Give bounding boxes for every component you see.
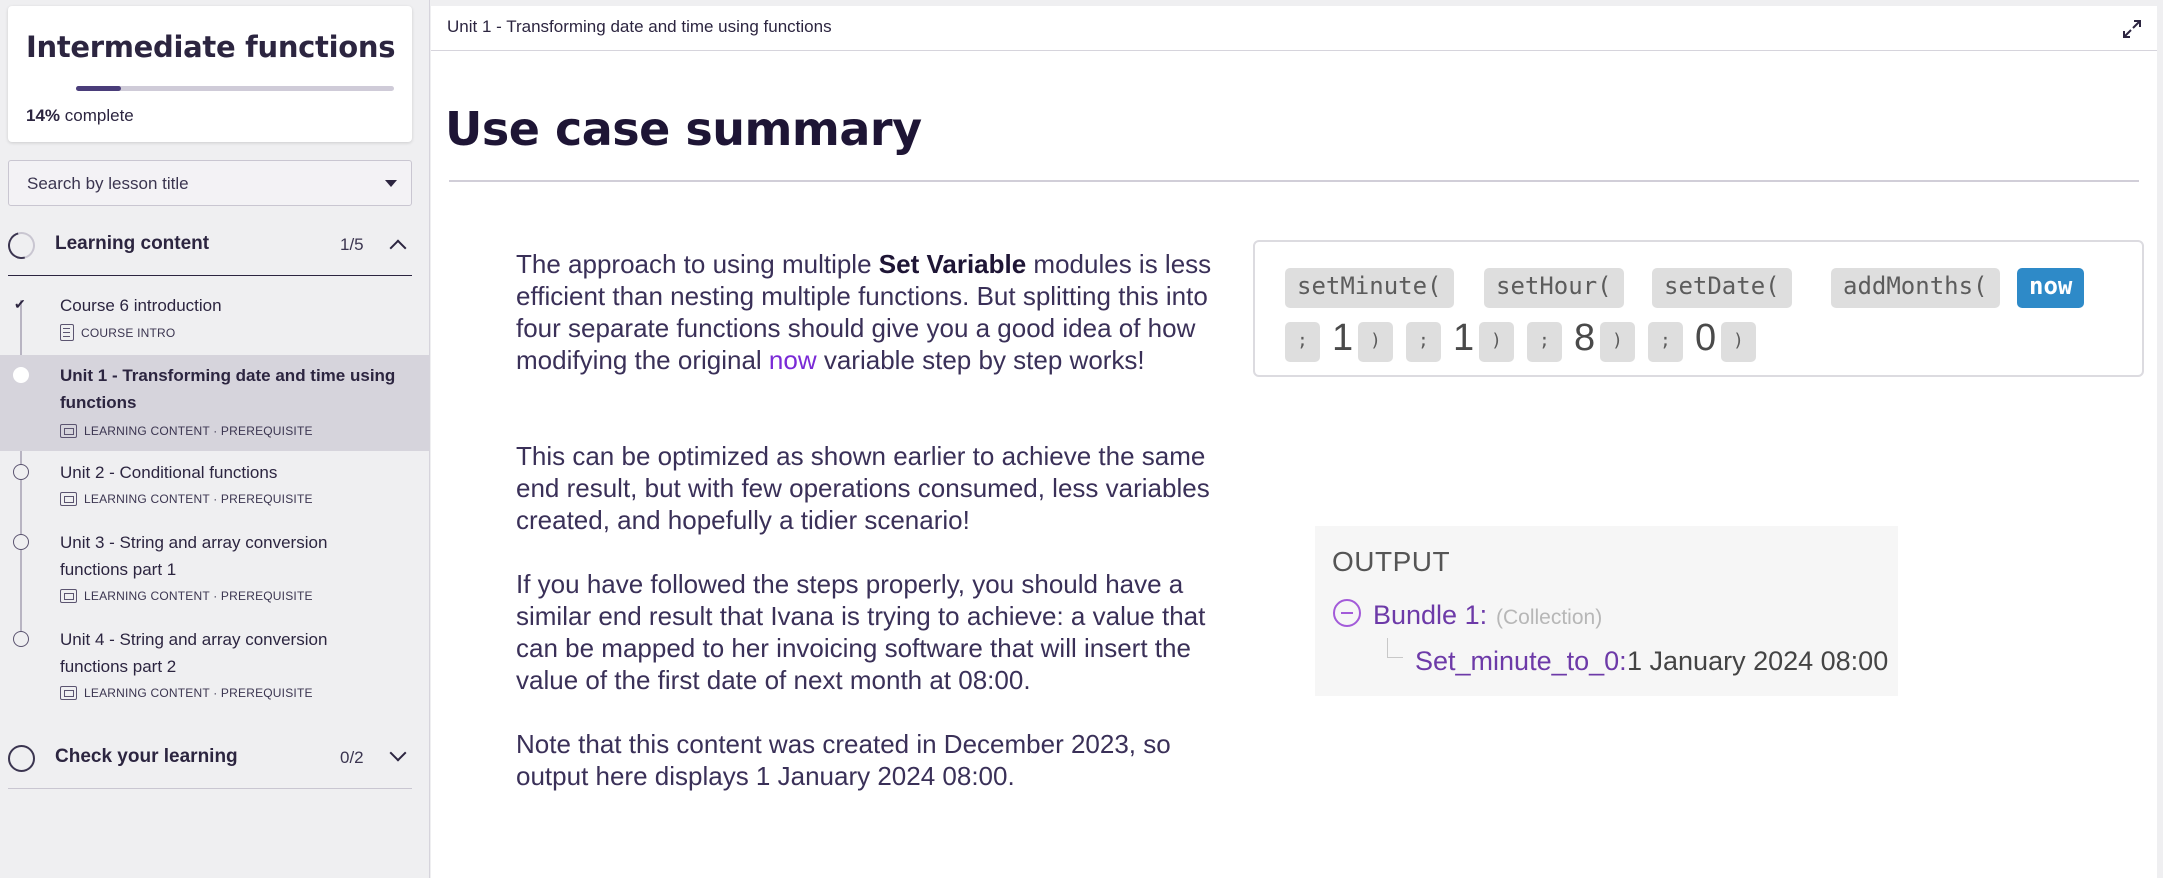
slides-icon [60,424,77,438]
lesson-meta: LEARNING CONTENT · PREREQUISITE [60,492,313,506]
page-title: Use case summary [445,102,922,156]
lesson-meta: LEARNING CONTENT · PREREQUISITE [60,589,313,603]
close-paren-chip: ) [1600,322,1635,362]
lesson-topbar: Unit 1 - Transforming date and time usin… [431,6,2157,51]
progress-bar-fill [76,86,121,91]
section-count: 1/5 [340,235,364,254]
paragraph-text: variable step by step works! [816,345,1145,375]
argument-value: 1 [1332,317,1354,359]
lesson-status-dot-icon [13,464,29,480]
separator-chip: ; [1406,322,1441,362]
document-icon [60,324,74,341]
paragraph-4: Note that this content was created in De… [516,729,1171,791]
argument-value: 1 [1453,317,1475,359]
lesson-item-unit-3[interactable]: Unit 3 - String and array conversion fun… [0,525,430,617]
expand-icon[interactable] [2121,18,2143,40]
lesson-title: Unit 4 - String and array conversion fun… [60,630,328,676]
lesson-meta: LEARNING CONTENT · PREREQUISITE [60,686,313,700]
paragraph-text: The approach to using multiple [516,249,879,279]
lesson-meta-text: LEARNING CONTENT · PREREQUISITE [84,589,313,603]
bundle-label: Bundle 1: [1373,600,1488,630]
variable-highlight: now [768,345,817,375]
section-count: 0/2 [340,748,364,767]
lesson-meta-text: COURSE INTRO [81,325,176,340]
lesson-search-placeholder: Search by lesson title [27,174,189,193]
argument-value: 8 [1574,317,1596,359]
close-paren-chip: ) [1358,322,1393,362]
breadcrumb: Unit 1 - Transforming date and time usin… [447,17,832,36]
lesson-meta-text: LEARNING CONTENT · PREREQUISITE [84,492,313,506]
section-learning-content[interactable]: Learning content 1/5 [0,210,430,276]
lesson-meta-text: LEARNING CONTENT · PREREQUISITE [84,686,313,700]
lesson-status-dot-icon [13,367,29,383]
check-icon: ✔ [14,296,26,312]
output-bundle-image: OUTPUT Bundle 1: (Collection) Set_minute… [1315,526,1898,696]
progress-text: 14% complete [26,106,134,126]
output-heading: OUTPUT [1332,546,1451,577]
collapse-circle-icon [1333,599,1361,627]
function-chips-image: setMinute( setHour( setDate( addMonths( … [1253,240,2144,377]
function-chip-setminute: setMinute( [1285,268,1454,308]
tree-connector [1387,638,1403,658]
separator-chip: ; [1527,322,1562,362]
lesson-meta: LEARNING CONTENT · PREREQUISITE [60,424,313,438]
lesson-item-course-intro[interactable]: ✔ Course 6 introduction COURSE INTRO [0,288,430,354]
caret-down-icon [385,180,397,187]
lesson-meta-text: LEARNING CONTENT · PREREQUISITE [84,424,313,438]
progress-percent: 14% [26,106,61,125]
output-key: Set_minute_to_0: [1415,646,1627,676]
lesson-meta: COURSE INTRO [60,324,175,341]
title-divider [449,180,2139,182]
function-chip-addmonths: addMonths( [1831,268,2000,308]
lesson-status-dot-icon [13,631,29,647]
course-card: Intermediate functions 14% complete [8,6,412,142]
paragraph-2: This can be optimized as shown earlier t… [516,441,1210,535]
course-sidebar: Intermediate functions 14% complete Sear… [0,0,430,878]
lesson-item-unit-4[interactable]: Unit 4 - String and array conversion fun… [0,622,430,714]
lesson-title: Unit 3 - String and array conversion fun… [60,533,328,579]
slides-icon [60,589,77,603]
section-divider [8,275,412,276]
close-paren-chip: ) [1721,322,1756,362]
emphasis-text: Set Variable [878,249,1027,279]
lesson-search-select[interactable]: Search by lesson title [8,160,412,206]
progress-bar [76,86,394,91]
progress-suffix: complete [64,106,134,125]
bundle-type: (Collection) [1496,606,1603,629]
lesson-status-dot-icon [13,534,29,550]
chevron-up-icon [389,239,407,257]
section-title: Learning content [55,233,210,254]
lesson-item-unit-1[interactable]: Unit 1 - Transforming date and time usin… [0,355,430,451]
lesson-title: Unit 2 - Conditional functions [60,463,278,482]
paragraph-3: If you have followed the steps properly,… [516,569,1206,695]
close-paren-chip: ) [1479,322,1514,362]
chevron-down-icon [389,744,407,762]
section-title: Check your learning [55,746,238,767]
separator-chip: ; [1648,322,1683,362]
section-divider [8,788,412,789]
course-title: Intermediate functions [26,30,396,64]
slides-icon [60,492,77,506]
section-progress-ring-icon [8,745,35,772]
lesson-item-unit-2[interactable]: Unit 2 - Conditional functions LEARNING … [0,455,430,521]
lesson-title: Course 6 introduction [60,296,222,315]
function-chip-sethour: setHour( [1484,268,1624,308]
separator-chip: ; [1285,322,1320,362]
slides-icon [60,686,77,700]
lesson-title: Unit 1 - Transforming date and time usin… [60,366,396,412]
output-value: 1 January 2024 08:00 [1627,646,1889,676]
variable-chip-now: now [2017,268,2085,308]
section-check-your-learning[interactable]: Check your learning 0/2 [0,723,430,789]
lesson-content: Unit 1 - Transforming date and time usin… [431,6,2157,878]
argument-value: 0 [1695,317,1717,359]
section-progress-ring-icon [3,227,40,264]
function-chip-setdate: setDate( [1652,268,1792,308]
paragraph-1: The approach to using multiple Set Varia… [516,248,1236,376]
